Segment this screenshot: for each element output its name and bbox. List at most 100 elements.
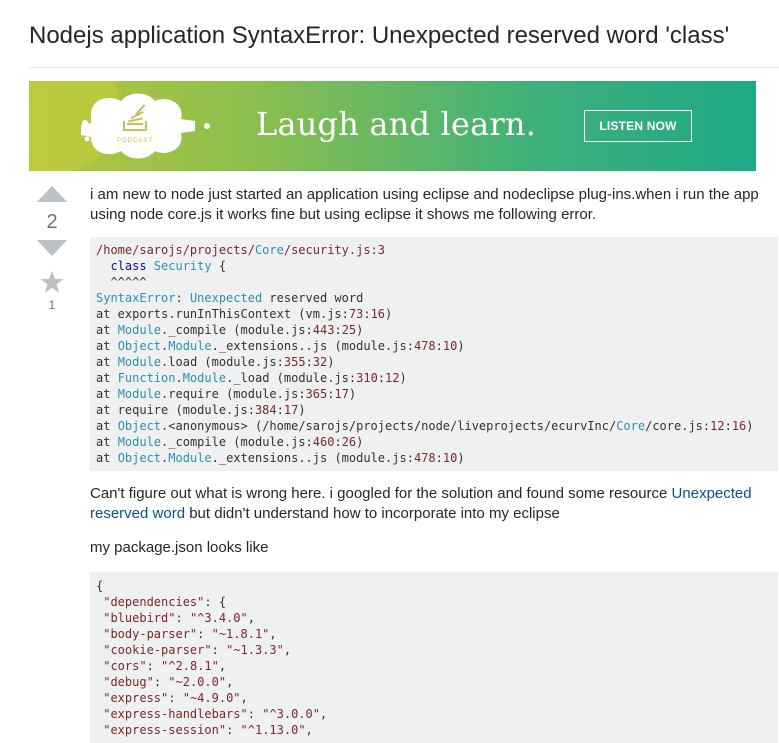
code-token: Module: [117, 435, 162, 449]
vote-cell: 2 1: [36, 186, 68, 312]
downvote-arrow-icon[interactable]: [37, 240, 67, 256]
code-token: Module: [117, 323, 162, 337]
code-token: ,: [283, 643, 292, 657]
code-token: 10: [442, 339, 458, 353]
code-token: Module: [117, 355, 162, 369]
code-token: :: [146, 659, 162, 673]
code-token: ): [327, 355, 335, 369]
vote-count: 2: [46, 211, 58, 233]
code-token: ._compile (module.js:: [161, 323, 313, 337]
code-token: "~1.8.1": [211, 627, 270, 641]
code-token: 12: [385, 371, 400, 385]
code-token: 478: [413, 339, 436, 353]
code-token: :: [377, 371, 386, 385]
code-token: Core: [254, 243, 284, 257]
code-token: "bluebird": [103, 611, 176, 625]
code-token: 26: [341, 435, 357, 449]
code-token: ._extensions..js (module.js:: [211, 339, 414, 353]
code-token: "^2.8.1": [161, 659, 219, 673]
favorite-star-icon[interactable]: [40, 270, 64, 294]
code-token: ): [399, 371, 407, 385]
code-token: "~4.9.0": [182, 691, 241, 705]
json-line: "cors": "^2.8.1",: [96, 659, 226, 673]
code-token: Unexpected: [189, 291, 263, 305]
code-token: at exports.runInThisContext (vm.js:: [96, 307, 349, 321]
upvote-arrow-icon[interactable]: [37, 186, 67, 202]
banner-headline: Laugh and learn.: [256, 105, 537, 143]
trace-line: at Object.Module._extensions..js (module…: [96, 451, 465, 465]
code-token: /security.js:3: [283, 243, 386, 257]
code-token: Object: [117, 419, 162, 433]
error-trace-code-block: /home/sarojs/projects/Core/security.js:3…: [90, 237, 778, 471]
code-token: ._load (module.js:: [226, 371, 357, 385]
code-token: ,: [269, 627, 277, 641]
code-token: "cors": [103, 659, 147, 673]
code-token: :: [168, 691, 183, 705]
paragraph-text-before-link: Can't figure out what is wrong here. i g…: [90, 485, 672, 502]
code-token: 32: [312, 355, 328, 369]
code-token: Module: [168, 451, 212, 465]
trace-line: ^^^^^: [96, 275, 146, 289]
code-token: :: [226, 723, 241, 737]
question-title[interactable]: Nodejs application SyntaxError: Unexpect…: [29, 21, 729, 51]
code-token: "^3.0.0": [262, 707, 320, 721]
code-token: at require (module.js:: [96, 403, 255, 417]
code-token: 460: [312, 435, 335, 449]
code-token: :: [211, 643, 227, 657]
code-token: at: [96, 323, 118, 337]
code-token: 16: [731, 419, 747, 433]
code-token: ): [746, 419, 754, 433]
code-token: ._compile (module.js:: [161, 435, 313, 449]
code-token: ): [457, 451, 465, 465]
code-token: Module: [168, 339, 212, 353]
code-token: at: [96, 339, 118, 353]
code-token: "cookie-parser": [103, 643, 212, 657]
code-token: ,: [226, 675, 234, 689]
code-token: Function: [117, 371, 176, 385]
podcast-banner-ad[interactable]: PODCAST Laugh and learn. LISTEN NOW: [29, 81, 756, 171]
code-token: at: [96, 419, 118, 433]
code-token: {: [96, 579, 104, 593]
code-token: ): [348, 387, 357, 401]
code-token: :: [435, 451, 443, 465]
code-token: ._extensions..js (module.js:: [211, 451, 414, 465]
package-json-code-block: { "dependencies": { "bluebird": "^3.4.0"…: [90, 572, 778, 743]
code-token: :: [153, 675, 169, 689]
code-token: .<anonymous> (/home/sarojs/projects/node…: [161, 419, 617, 433]
code-token: :: [276, 403, 284, 417]
title-divider: [29, 67, 779, 68]
json-line: "cookie-parser": "~1.3.3",: [96, 643, 291, 657]
code-token: /home/sarojs/projects/: [96, 243, 255, 257]
code-token: 310: [356, 371, 378, 385]
code-token: :: [334, 435, 342, 449]
podcast-badge-text: PODCAST: [117, 138, 153, 144]
code-token: /core.js:: [645, 419, 711, 433]
package-json-intro: my package.json looks like: [90, 539, 269, 556]
trace-line: at Module._compile (module.js:460:26): [96, 435, 363, 449]
code-token: 384: [254, 403, 277, 417]
code-token: 10: [442, 451, 458, 465]
code-token: 365: [305, 387, 328, 401]
code-token: at: [96, 435, 118, 449]
code-token: :: [435, 339, 443, 353]
code-token: reserved word: [262, 291, 364, 305]
code-token: "debug": [103, 675, 154, 689]
listen-now-button[interactable]: LISTEN NOW: [584, 110, 692, 142]
code-token: :: [305, 355, 313, 369]
code-token: 16: [370, 307, 386, 321]
code-token: "~2.0.0": [168, 675, 227, 689]
question-body: i am new to node just started an applica…: [90, 185, 778, 743]
code-token: "dependencies": [103, 595, 205, 609]
code-token: 12: [710, 419, 725, 433]
code-token: at: [96, 387, 118, 401]
json-line: "bluebird": "^3.4.0",: [96, 611, 255, 625]
code-token: :: [175, 611, 190, 625]
code-token: .: [175, 371, 183, 385]
intro-paragraph: i am new to node just started an applica…: [90, 186, 759, 223]
code-token: "~1.3.3": [226, 643, 284, 657]
json-line: "dependencies": {: [96, 595, 226, 609]
trace-line: at require (module.js:384:17): [96, 403, 306, 417]
json-line: "express-handlebars": "^3.0.0",: [96, 707, 327, 721]
